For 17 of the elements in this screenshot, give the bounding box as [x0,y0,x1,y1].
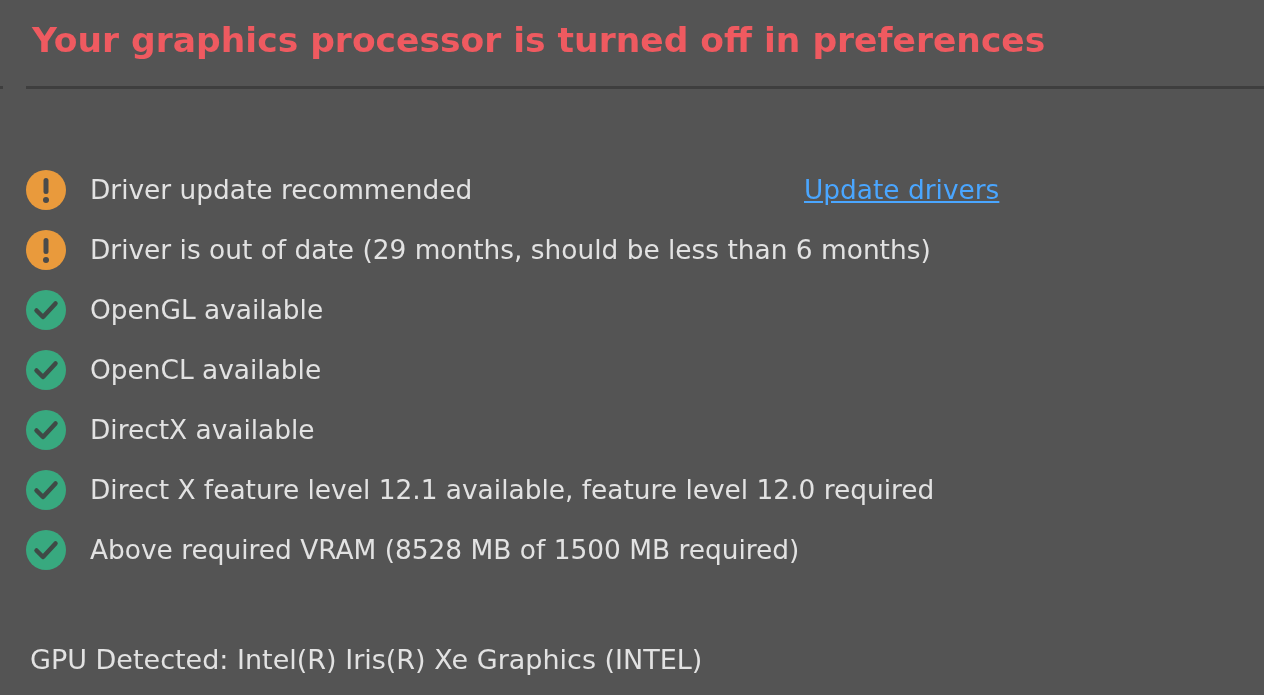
check-icon [26,350,66,390]
check-text: Driver is out of date (29 months, should be less than 6 months) [90,234,931,266]
check-icon [26,470,66,510]
check-text: Driver update recommended [90,174,474,206]
gpu-detected-text: GPU Detected: Intel(R) Iris(R) Xe Graphics (INTEL) [30,644,704,676]
check-icon [26,530,66,570]
check-text: Above required VRAM (8528 MB of 1500 MB required) [90,534,801,566]
check-icon [26,410,66,450]
check-icon [26,290,66,330]
check-text: OpenGL available [90,294,325,326]
check-text: OpenCL available [90,354,323,386]
warning-heading: Your graphics processor is turned off in preferences [32,20,1047,60]
update-link[interactable]: Update drivers [804,174,1000,206]
check-text: DirectX available [90,414,316,446]
exclamation-icon [26,230,66,270]
exclamation-icon [26,170,66,210]
check-text: Direct X feature level 12.1 available, feature level 12.0 required [90,474,935,506]
